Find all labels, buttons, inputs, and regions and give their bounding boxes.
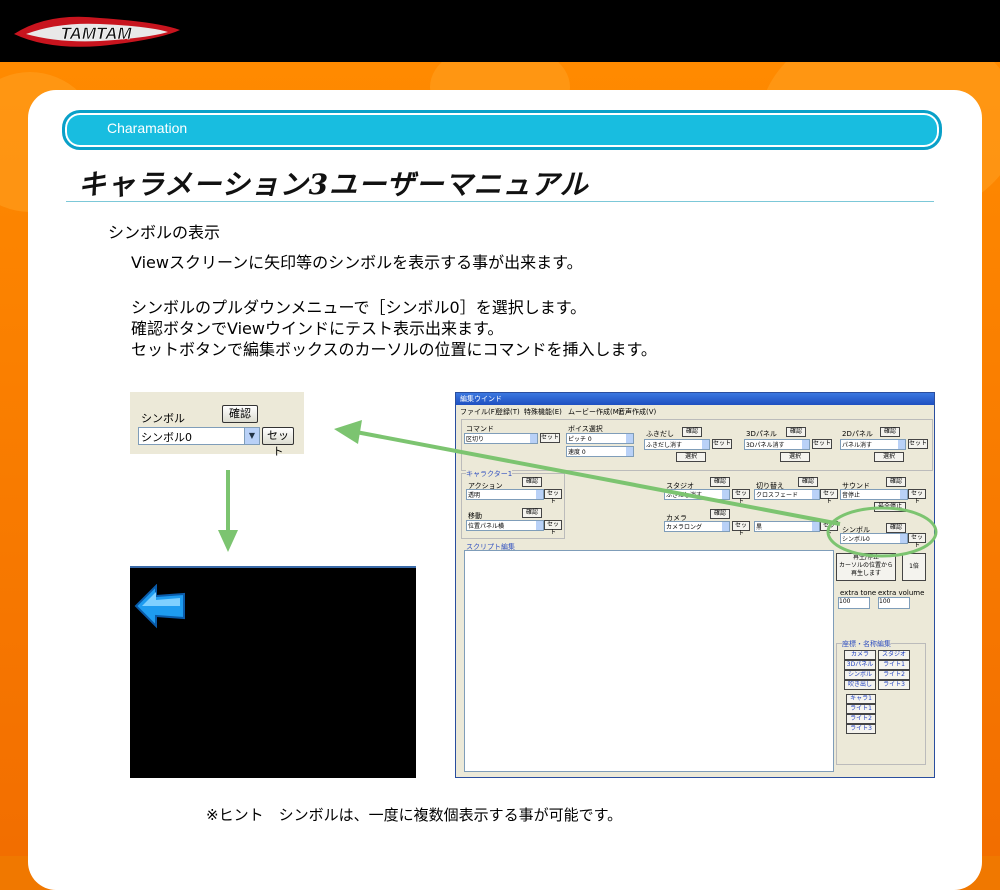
down-arrow-head <box>218 530 238 552</box>
annotation-overlay <box>218 420 938 558</box>
hint-text: ※ヒント シンボルは、一度に複数個表示する事が可能です。 <box>206 806 623 824</box>
left-arrow-line <box>355 430 841 526</box>
highlight-circle <box>826 506 938 558</box>
left-arrow-head <box>334 420 362 444</box>
